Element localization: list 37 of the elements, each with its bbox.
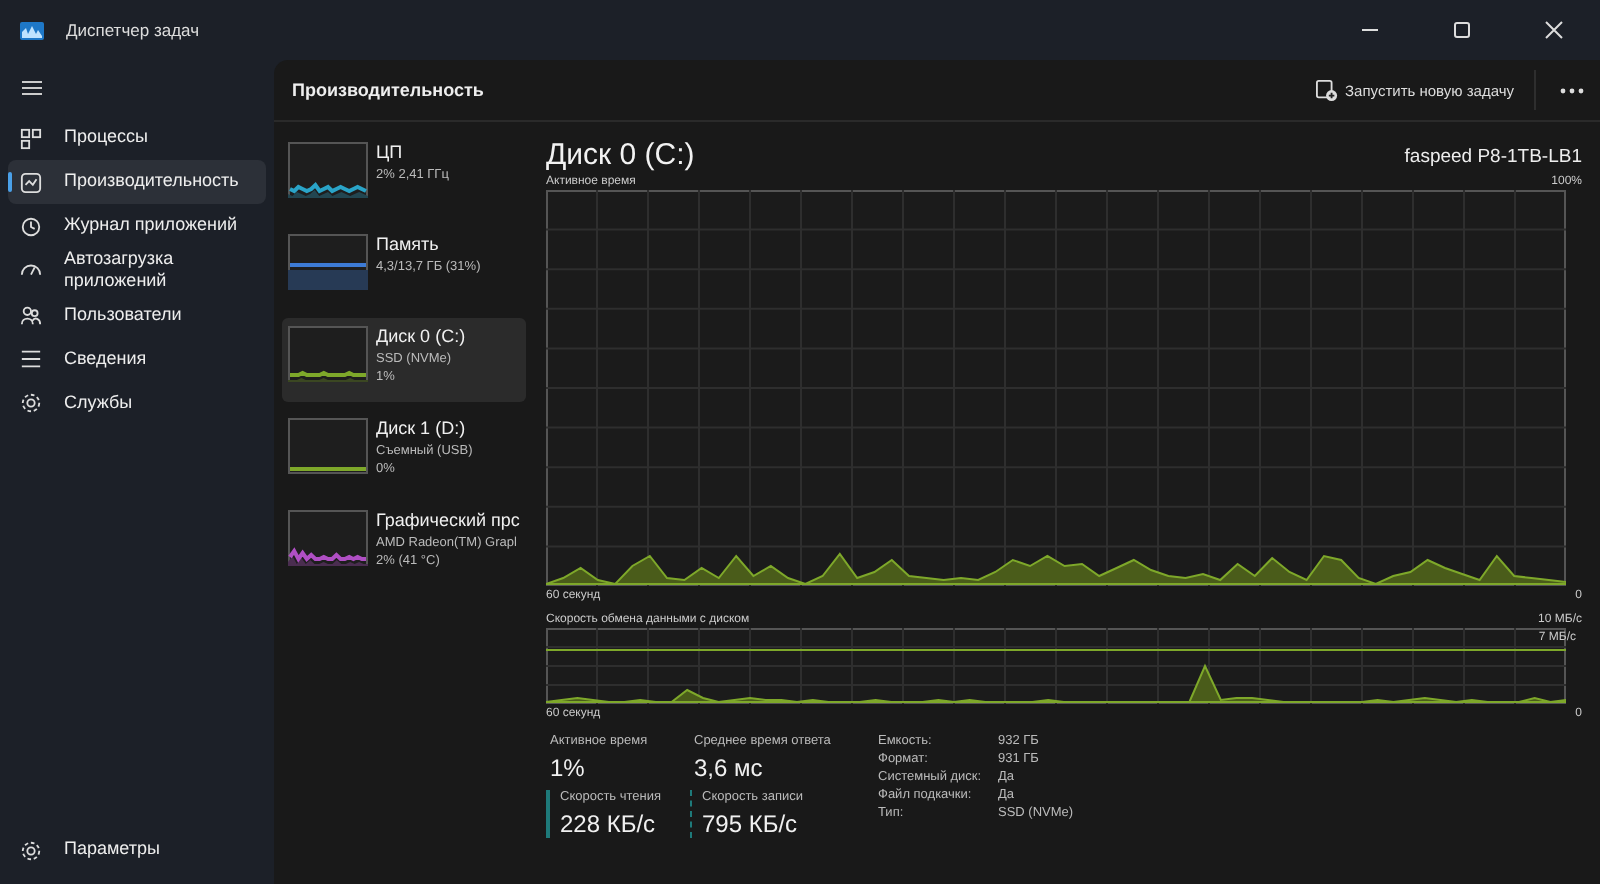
disk-model: faspeed P8-1TB-LB1 [1404, 146, 1582, 168]
sidebar-item[interactable]: Пользователи [8, 293, 266, 337]
new-task-icon [1315, 79, 1338, 101]
sidebar-item[interactable]: Журнал приложений [8, 204, 266, 248]
menu-icon [22, 80, 42, 96]
settings-item[interactable]: Параметры [8, 828, 266, 872]
stat-value: 1% [550, 754, 587, 782]
more-icon [1560, 87, 1584, 93]
sidebar-item[interactable]: Сведения [8, 337, 266, 381]
device-name: Графический прс [376, 510, 520, 534]
chart-icon [20, 171, 42, 193]
stat-value: 795 КБ/с [702, 810, 800, 838]
sidebar-item[interactable]: Автозагрузка приложений [8, 248, 266, 293]
stat-value: 3,6 мс [694, 754, 765, 782]
settings-icon [20, 839, 42, 861]
usage-area [288, 556, 368, 566]
grid-icon [20, 127, 42, 149]
device-name: ЦП [376, 142, 405, 166]
device-name: Память [376, 234, 441, 258]
usage-area [288, 270, 368, 290]
window-title: Диспетчер задач [66, 20, 199, 40]
disk-title: Диск 0 (C:) [546, 138, 695, 172]
usage-area [288, 190, 368, 198]
list-icon [20, 348, 42, 370]
sidebar-item[interactable]: Процессы [8, 116, 266, 160]
gear-icon [20, 392, 42, 414]
sidebar-item[interactable]: Производительность [8, 160, 266, 204]
device-name: Диск 1 (D:) [376, 418, 468, 442]
users-icon [20, 304, 42, 326]
history-icon [20, 215, 42, 237]
app-logo-icon [20, 21, 44, 39]
maximize-icon [1452, 20, 1472, 40]
sidebar-item[interactable]: Службы [8, 381, 266, 425]
device-name: Диск 0 (C:) [376, 326, 466, 350]
close-icon [1544, 20, 1564, 40]
page-title: Производительность [292, 80, 484, 100]
stat-value: 228 КБ/с [560, 810, 658, 838]
